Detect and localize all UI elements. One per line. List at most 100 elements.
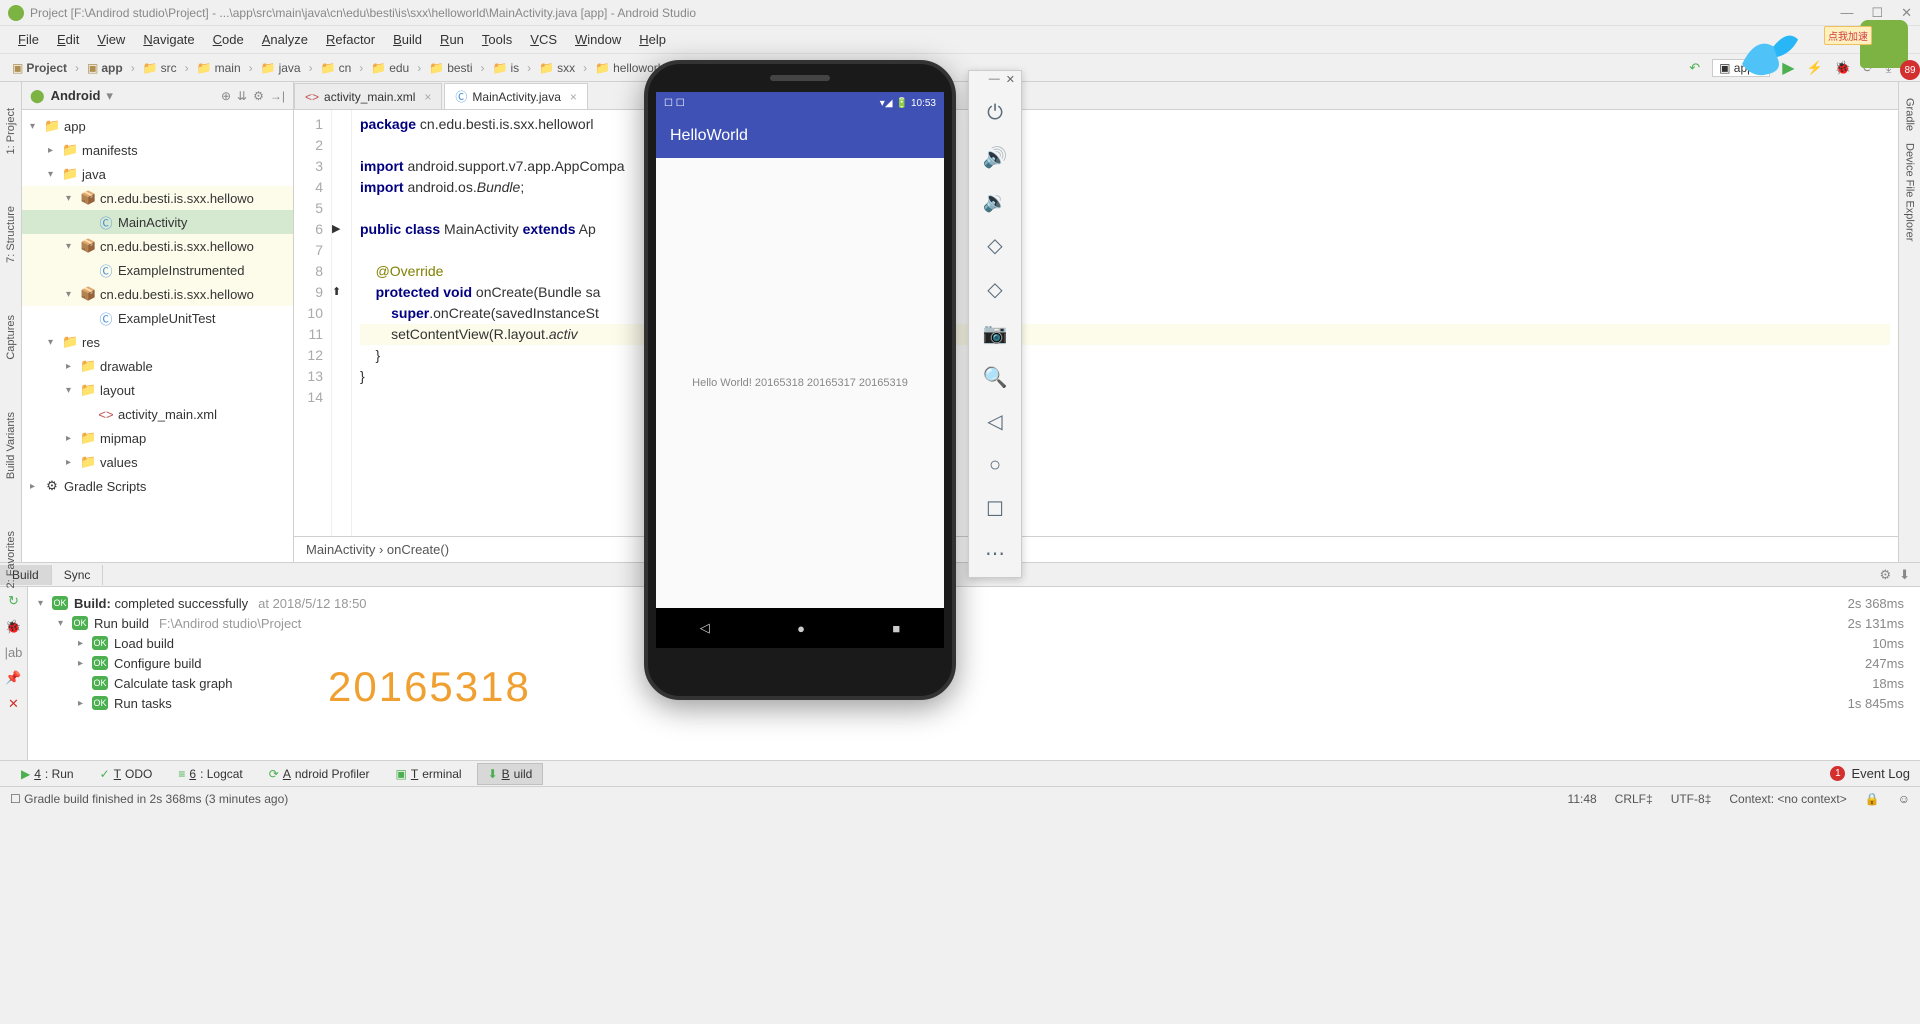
filter-icon[interactable]: 🐞	[5, 619, 21, 635]
bottom-tab[interactable]: ▣Terminal	[385, 763, 473, 785]
menu-vcs[interactable]: VCS	[522, 29, 565, 50]
emulator-control-button[interactable]: ⋯	[975, 533, 1015, 573]
tree-item[interactable]: ▾📁layout	[22, 378, 293, 402]
menu-navigate[interactable]: Navigate	[135, 29, 202, 50]
emulator-close-icon[interactable]: ✕	[1006, 73, 1015, 87]
menu-refactor[interactable]: Refactor	[318, 29, 383, 50]
tree-item[interactable]: ⒸMainActivity	[22, 210, 293, 234]
tree-item[interactable]: ▸📁manifests	[22, 138, 293, 162]
tree-item[interactable]: ▾📁res	[22, 330, 293, 354]
menu-help[interactable]: Help	[631, 29, 674, 50]
build-row[interactable]: ▾OKRun buildF:\Andirod studio\Project2s …	[34, 613, 1914, 633]
build-output[interactable]: 20165318 ▾OKBuild: completed successfull…	[28, 587, 1920, 760]
code-area[interactable]: package cn.edu.besti.is.sxx.helloworl im…	[352, 110, 1898, 536]
menu-window[interactable]: Window	[567, 29, 629, 50]
build-tab[interactable]: Sync	[52, 565, 104, 585]
emulator-control-button[interactable]: ○	[975, 445, 1015, 485]
tree-item[interactable]: ▾📦cn.edu.besti.is.sxx.hellowo	[22, 186, 293, 210]
breadcrumb-item[interactable]: 📁 src	[139, 61, 193, 75]
breadcrumb-item[interactable]: ▣ Project	[8, 61, 83, 75]
event-log-button[interactable]: Event Log	[1851, 766, 1910, 781]
status-inspect-icon[interactable]: ☺	[1898, 792, 1910, 806]
status-lock-icon[interactable]: 🔒	[1865, 792, 1880, 806]
tree-item[interactable]: ▸📁drawable	[22, 354, 293, 378]
emulator-control-button[interactable]: ◇	[975, 225, 1015, 265]
right-tab[interactable]: Device File Explorer	[1902, 137, 1918, 247]
build-row[interactable]: ▸OKRun tasks1s 845ms	[34, 693, 1914, 713]
emulator-minimize-icon[interactable]: —	[989, 73, 1000, 87]
menu-view[interactable]: View	[89, 29, 133, 50]
emulator-window[interactable]: ☐ ☐ ▾◢🔋10:53 HelloWorld Hello World! 201…	[644, 60, 956, 700]
menu-code[interactable]: Code	[205, 29, 252, 50]
bottom-tab[interactable]: ≡6: Logcat	[167, 763, 253, 785]
breadcrumb-item[interactable]: 📁 cn	[317, 61, 368, 75]
tree-item[interactable]: ▾📁app	[22, 114, 293, 138]
bottom-tab[interactable]: ⟳Android Profiler	[258, 763, 381, 785]
tree-item[interactable]: ⒸExampleUnitTest	[22, 306, 293, 330]
emulator-control-button[interactable]: ◇	[975, 269, 1015, 309]
thunder-bird-icon[interactable]	[1730, 22, 1810, 92]
build-row[interactable]: OKCalculate task graph18ms	[34, 673, 1914, 693]
debug-button[interactable]: 🐞	[1835, 60, 1851, 76]
download-icon[interactable]: ⬇	[1899, 567, 1910, 583]
menu-run[interactable]: Run	[432, 29, 472, 50]
build-row[interactable]: ▸OKLoad build10ms	[34, 633, 1914, 653]
breadcrumb-item[interactable]: 📁 besti	[425, 61, 488, 75]
build-row[interactable]: ▾OKBuild: completed successfullyat 2018/…	[34, 593, 1914, 613]
text-icon[interactable]: |ab	[5, 645, 23, 660]
emulator-control-button[interactable]: 🔉	[975, 181, 1015, 221]
accelerate-badge[interactable]: 点我加速	[1824, 26, 1872, 45]
menu-build[interactable]: Build	[385, 29, 430, 50]
tree-item[interactable]: <>activity_main.xml	[22, 402, 293, 426]
menu-edit[interactable]: Edit	[49, 29, 87, 50]
close-button[interactable]: ✕	[1901, 5, 1912, 21]
pin-icon[interactable]: 📌	[5, 670, 21, 686]
breadcrumb-item[interactable]: 📁 java	[257, 61, 317, 75]
emulator-control-button[interactable]: 🔊	[975, 137, 1015, 177]
bottom-tab[interactable]: ✓TODO	[89, 763, 164, 785]
tree-item[interactable]: ▸📁mipmap	[22, 426, 293, 450]
tree-item[interactable]: ⒸExampleInstrumented	[22, 258, 293, 282]
collapse-icon[interactable]: ⇊	[237, 89, 247, 103]
status-line-ending[interactable]: CRLF‡	[1615, 792, 1653, 806]
project-tree[interactable]: ▾📁app▸📁manifests▾📁java▾📦cn.edu.besti.is.…	[22, 110, 293, 562]
left-tab[interactable]: Captures	[3, 309, 19, 366]
left-tab[interactable]: 7: Structure	[3, 200, 19, 269]
emulator-control-button[interactable]: 🔍	[975, 357, 1015, 397]
gear-icon[interactable]: ⚙	[1879, 567, 1891, 583]
hide-icon[interactable]: →|	[270, 89, 285, 103]
editor-tab[interactable]: ⒸMainActivity.java×	[444, 83, 588, 109]
status-context[interactable]: Context: <no context>	[1729, 792, 1846, 806]
emulator-nav-bar[interactable]: ◁●■	[656, 608, 944, 648]
status-encoding[interactable]: UTF-8‡	[1671, 792, 1712, 806]
emulator-control-button[interactable]: ◁	[975, 401, 1015, 441]
bottom-tab[interactable]: ⬇Build	[477, 763, 544, 785]
left-tab[interactable]: Build Variants	[3, 406, 19, 485]
tree-item[interactable]: ▾📁java	[22, 162, 293, 186]
minimize-button[interactable]: —	[1840, 5, 1853, 21]
nav-back-icon[interactable]: ↶	[1689, 60, 1700, 76]
breadcrumb-item[interactable]: 📁 main	[193, 61, 257, 75]
editor-breadcrumb[interactable]: MainActivity › onCreate()	[294, 536, 1898, 562]
editor-tab[interactable]: <>activity_main.xml×	[294, 83, 442, 109]
right-tab[interactable]: Gradle	[1902, 92, 1918, 137]
tree-item[interactable]: ▾📦cn.edu.besti.is.sxx.hellowo	[22, 282, 293, 306]
emulator-control-button[interactable]: 📷	[975, 313, 1015, 353]
breadcrumb-item[interactable]: 📁 sxx	[535, 61, 591, 75]
build-row[interactable]: ▸OKConfigure build247ms	[34, 653, 1914, 673]
rerun-icon[interactable]: ↻	[8, 593, 19, 609]
bottom-tab[interactable]: ▶4: Run	[10, 763, 85, 785]
clear-icon[interactable]: ✕	[8, 696, 19, 712]
breadcrumb-item[interactable]: 📁 edu	[367, 61, 425, 75]
emulator-control-button[interactable]: ⏻	[975, 93, 1015, 133]
tree-item[interactable]: ▸⚙Gradle Scripts	[22, 474, 293, 498]
menu-tools[interactable]: Tools	[474, 29, 520, 50]
maximize-button[interactable]: ☐	[1871, 5, 1883, 21]
target-icon[interactable]: ⊕	[221, 89, 231, 103]
project-view-label[interactable]: Android	[51, 88, 101, 103]
tree-item[interactable]: ▸📁values	[22, 450, 293, 474]
menu-analyze[interactable]: Analyze	[254, 29, 316, 50]
gear-icon[interactable]: ⚙	[253, 89, 264, 103]
emulator-control-button[interactable]: ☐	[975, 489, 1015, 529]
breadcrumb-item[interactable]: 📁 is	[489, 61, 536, 75]
